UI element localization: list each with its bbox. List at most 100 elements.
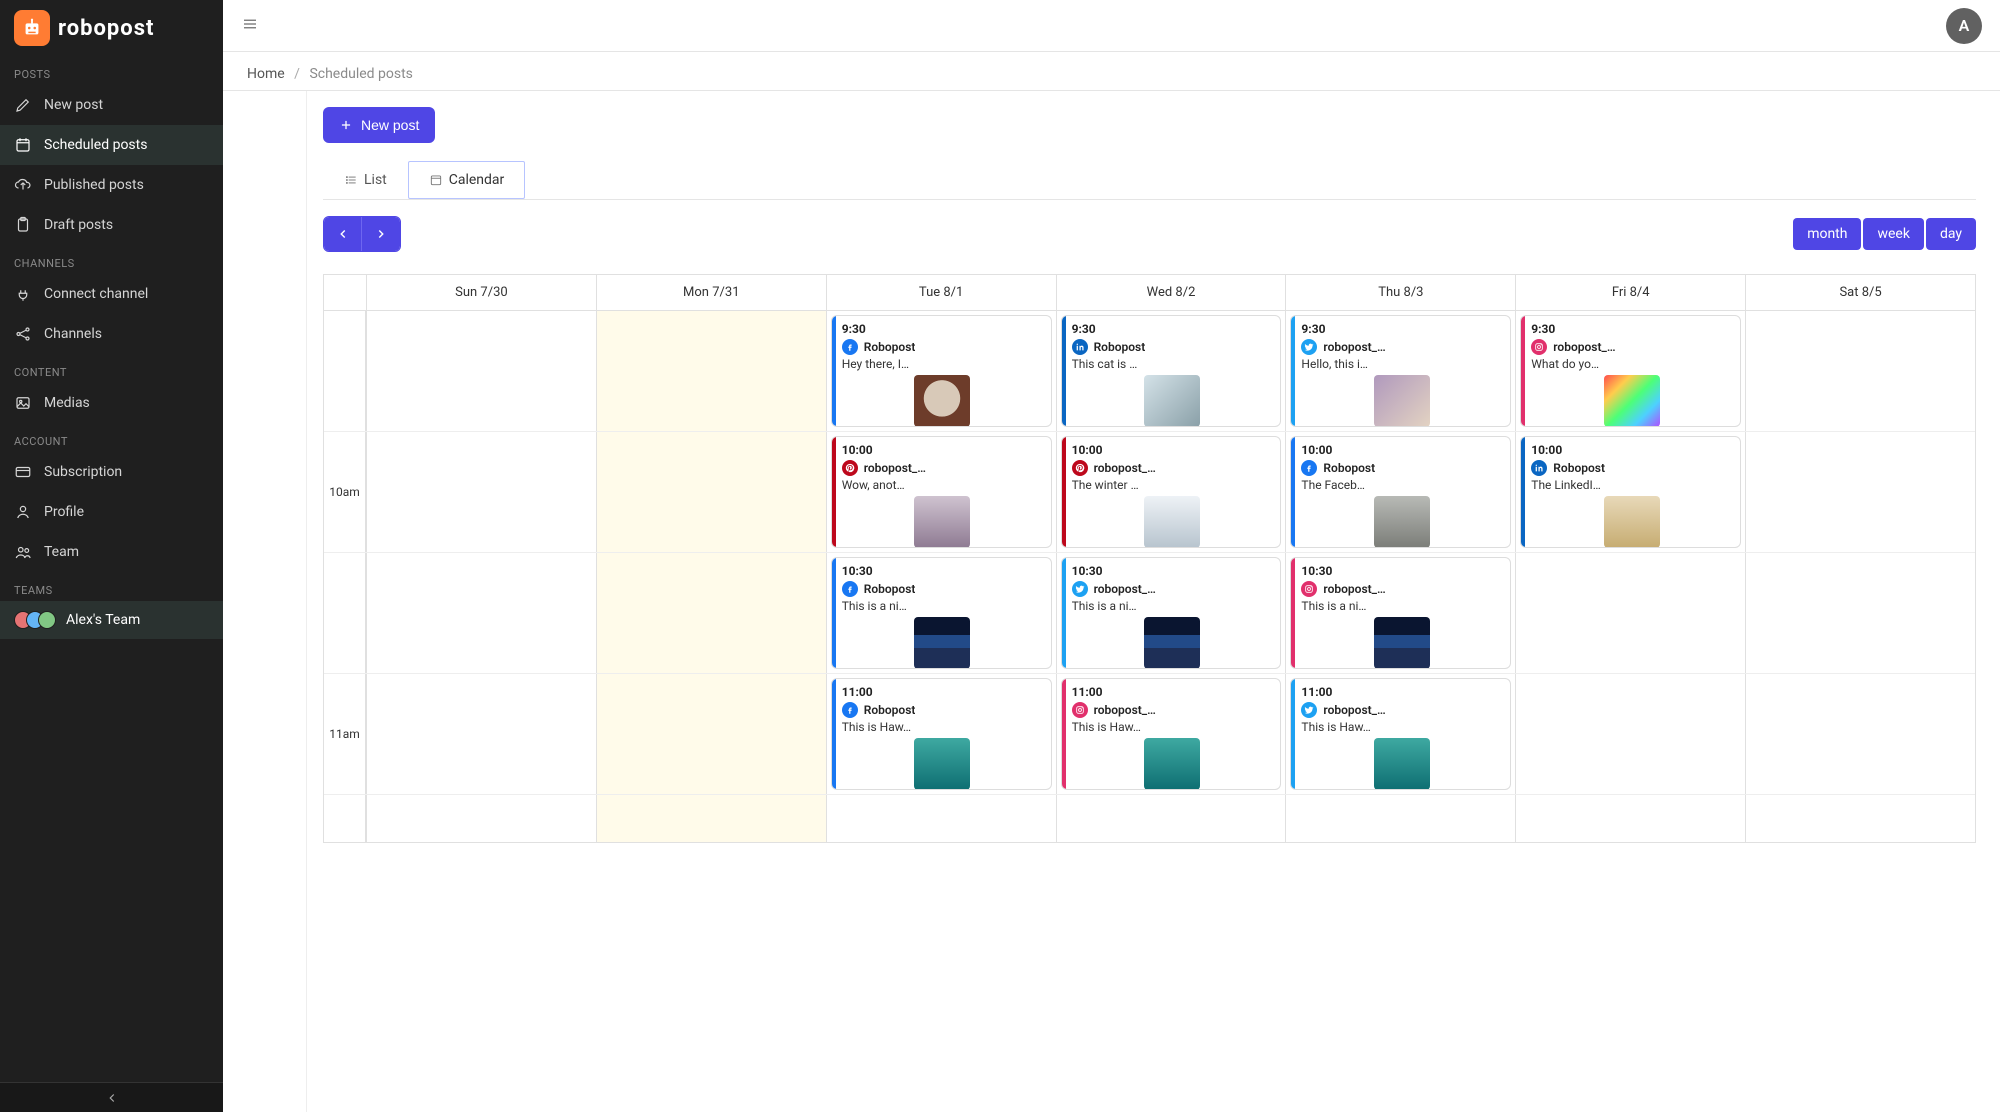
pinterest-icon <box>842 460 858 476</box>
post-account: robopost_… <box>1094 703 1156 717</box>
sidebar-item-label: Scheduled posts <box>44 137 147 153</box>
calendar-cell[interactable]: 9:30 Robopost Hey there, I… <box>826 311 1056 431</box>
calendar-cell[interactable] <box>826 795 1056 842</box>
sidebar-item-new-post[interactable]: New post <box>0 85 223 125</box>
post-card[interactable]: 10:30 robopost_… This is a ni… <box>1061 557 1282 669</box>
list-icon <box>344 173 358 187</box>
calendar-cell[interactable]: 10:00 robopost_… Wow, anot… <box>826 432 1056 552</box>
calendar-cell[interactable] <box>366 432 596 552</box>
calendar-cell[interactable] <box>1745 553 1975 673</box>
post-text: What do yo… <box>1531 357 1732 371</box>
day-header: Sat 8/5 <box>1745 275 1975 310</box>
post-card[interactable]: 10:00 robopost_… Wow, anot… <box>831 436 1052 548</box>
calendar-row: 9:30 Robopost Hey there, I… <box>324 311 1975 431</box>
post-card[interactable]: 10:00 robopost_… The winter … <box>1061 436 1282 548</box>
calendar-cell[interactable] <box>596 311 826 431</box>
post-text: This cat is … <box>1072 357 1273 371</box>
main: A Home / Scheduled posts New post List C… <box>223 0 2000 1112</box>
calendar-cell[interactable] <box>1515 795 1745 842</box>
calendar-cell[interactable] <box>1285 795 1515 842</box>
post-card[interactable]: 10:30 Robopost This is a ni… <box>831 557 1052 669</box>
next-week-button[interactable] <box>362 217 400 251</box>
calendar-cell[interactable]: 11:00 robopost_… This is Haw… <box>1056 674 1286 794</box>
sidebar-item-label: New post <box>44 97 103 113</box>
calendar-cell[interactable] <box>1515 553 1745 673</box>
post-card[interactable]: 11:00 robopost_… This is Haw… <box>1290 678 1511 790</box>
calendar-cell[interactable] <box>366 311 596 431</box>
calendar-cell[interactable] <box>596 432 826 552</box>
calendar-cell[interactable]: 9:30 robopost_… Hello, this i… <box>1285 311 1515 431</box>
calendar-cell[interactable] <box>596 674 826 794</box>
calendar-cell[interactable]: 10:00 Robopost The Faceb… <box>1285 432 1515 552</box>
calendar-cell[interactable] <box>1745 311 1975 431</box>
user-avatar[interactable]: A <box>1946 8 1982 44</box>
new-post-button[interactable]: New post <box>323 107 435 143</box>
post-card[interactable]: 11:00 robopost_… This is Haw… <box>1061 678 1282 790</box>
calendar-cell[interactable] <box>596 553 826 673</box>
platform-stripe <box>1521 437 1525 547</box>
image-icon <box>14 394 32 412</box>
sidebar-item-team-alex[interactable]: Alex's Team <box>0 601 223 639</box>
sidebar-item-label: Medias <box>44 395 90 411</box>
platform-stripe <box>1291 679 1295 789</box>
post-time: 10:00 <box>1072 443 1273 457</box>
post-text: The LinkedI… <box>1531 478 1732 492</box>
sidebar-item-channels[interactable]: Channels <box>0 314 223 354</box>
sidebar-item-scheduled-posts[interactable]: Scheduled posts <box>0 125 223 165</box>
time-label <box>324 553 366 673</box>
calendar-cell[interactable] <box>366 553 596 673</box>
calendar-cell[interactable]: 11:00 Robopost This is Haw… <box>826 674 1056 794</box>
calendar-cell[interactable]: 10:00 robopost_… The winter … <box>1056 432 1286 552</box>
post-card[interactable]: 10:00 Robopost The LinkedI… <box>1520 436 1741 548</box>
sidebar-item-connect-channel[interactable]: Connect channel <box>0 274 223 314</box>
linkedin-icon <box>1072 339 1088 355</box>
post-time: 11:00 <box>1301 685 1502 699</box>
post-text: This is a ni… <box>842 599 1043 613</box>
prev-week-button[interactable] <box>324 217 362 251</box>
tab-calendar[interactable]: Calendar <box>408 161 526 199</box>
sidebar-item-profile[interactable]: Profile <box>0 492 223 532</box>
calendar-cell[interactable] <box>366 795 596 842</box>
view-day-button[interactable]: day <box>1926 218 1976 250</box>
menu-toggle-button[interactable] <box>241 15 259 37</box>
calendar-cell[interactable] <box>1745 674 1975 794</box>
post-card[interactable]: 9:30 robopost_… What do yo… <box>1520 315 1741 427</box>
sidebar-item-subscription[interactable]: Subscription <box>0 452 223 492</box>
day-header: Sun 7/30 <box>366 275 596 310</box>
pinterest-icon <box>1072 460 1088 476</box>
sidebar-item-draft-posts[interactable]: Draft posts <box>0 205 223 245</box>
calendar-cell[interactable]: 9:30 Robopost This cat is … <box>1056 311 1286 431</box>
plus-icon <box>339 118 353 132</box>
post-card[interactable]: 10:00 Robopost The Faceb… <box>1290 436 1511 548</box>
view-month-button[interactable]: month <box>1793 218 1861 250</box>
post-thumbnail <box>914 617 970 669</box>
post-card[interactable]: 9:30 Robopost This cat is … <box>1061 315 1282 427</box>
calendar-cell[interactable] <box>1745 432 1975 552</box>
section-label-channels: CHANNELS <box>0 245 223 274</box>
calendar-cell[interactable] <box>366 674 596 794</box>
calendar-cell[interactable]: 9:30 robopost_… What do yo… <box>1515 311 1745 431</box>
calendar-cell[interactable]: 10:30 Robopost This is a ni… <box>826 553 1056 673</box>
calendar-cell[interactable] <box>1056 795 1286 842</box>
sidebar-item-medias[interactable]: Medias <box>0 383 223 423</box>
calendar-cell[interactable] <box>596 795 826 842</box>
calendar-cell[interactable]: 10:30 robopost_… This is a ni… <box>1056 553 1286 673</box>
tab-list[interactable]: List <box>323 161 408 199</box>
post-card[interactable]: 9:30 robopost_… Hello, this i… <box>1290 315 1511 427</box>
calendar-cell[interactable]: 10:00 Robopost The LinkedI… <box>1515 432 1745 552</box>
post-card[interactable]: 9:30 Robopost Hey there, I… <box>831 315 1052 427</box>
sidebar-collapse-button[interactable] <box>0 1082 223 1112</box>
calendar-cell[interactable]: 11:00 robopost_… This is Haw… <box>1285 674 1515 794</box>
breadcrumb-home-link[interactable]: Home <box>247 66 285 82</box>
view-week-button[interactable]: week <box>1863 218 1923 250</box>
calendar-cell[interactable]: 10:30 robopost_… This is a ni… <box>1285 553 1515 673</box>
post-card[interactable]: 10:30 robopost_… This is a ni… <box>1290 557 1511 669</box>
calendar-small-icon <box>429 173 443 187</box>
post-text: This is Haw… <box>1072 720 1273 734</box>
sidebar-item-team[interactable]: Team <box>0 532 223 572</box>
sidebar-item-published-posts[interactable]: Published posts <box>0 165 223 205</box>
facebook-icon <box>842 339 858 355</box>
calendar-cell[interactable] <box>1515 674 1745 794</box>
post-card[interactable]: 11:00 Robopost This is Haw… <box>831 678 1052 790</box>
calendar-cell[interactable] <box>1745 795 1975 842</box>
